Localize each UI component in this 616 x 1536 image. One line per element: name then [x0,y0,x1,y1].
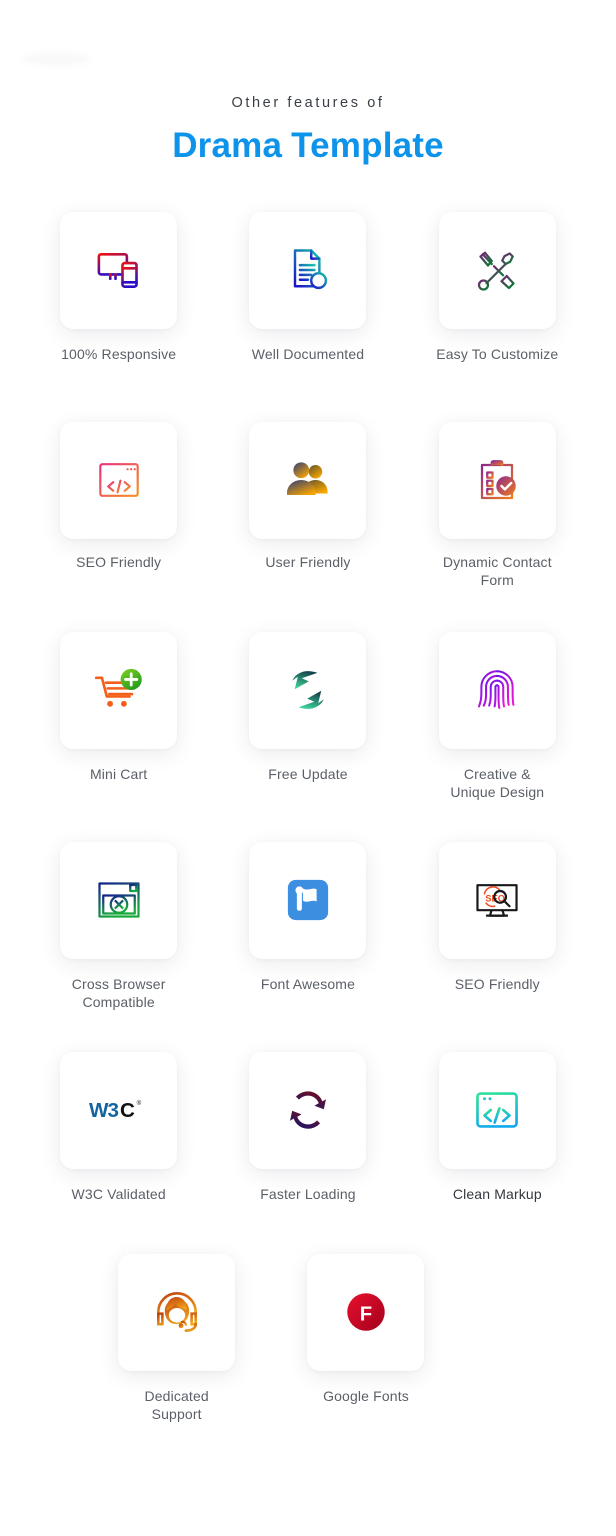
feature-card[interactable] [60,421,178,539]
refresh-arrows-icon [292,671,324,710]
svg-text:®: ® [136,1100,141,1107]
feature-card[interactable] [60,841,178,959]
feature-label: Google Fonts [323,1387,409,1404]
page-heading: Other features of Drama Template [0,95,616,168]
feature-item-well-documented[interactable]: Well Documented [213,211,402,422]
code-window-icon [98,463,139,498]
svg-text:W3: W3 [89,1099,118,1122]
headset-support-icon [156,1292,197,1333]
feature-card[interactable] [249,631,367,749]
feature-card[interactable]: F [307,1253,425,1371]
wrench-screwdriver-icon [478,251,515,291]
google-fonts-f-icon: F [347,1293,385,1331]
svg-text:F: F [360,1304,372,1326]
feature-card[interactable] [118,1253,236,1371]
feature-card[interactable]: W3 C ® [60,1051,178,1169]
feature-item-user-friendly[interactable]: User Friendly [213,421,402,632]
feature-item-creative-design[interactable]: Creative & Unique Design [403,631,592,842]
decorative-shadow [22,52,92,66]
font-awesome-flag-icon [287,880,329,921]
feature-card[interactable] [438,631,556,749]
feature-label: Faster Loading [260,1185,356,1202]
page-title: Drama Template [0,124,616,168]
feature-label: Dedicated Support [144,1387,209,1423]
feature-item-free-update[interactable]: Free Update [213,631,402,842]
monitor-seo-search-icon: SEO [476,884,518,917]
feature-card[interactable] [438,421,556,539]
feature-label: W3C Validated [71,1185,166,1202]
feature-item-cross-browser[interactable]: Cross Browser Compatible [24,841,213,1052]
feature-label: SEO Friendly [454,975,540,992]
feature-label: Free Update [268,765,348,782]
feature-card[interactable] [438,211,556,329]
feature-label: Easy To Customize [436,345,559,362]
feature-card[interactable] [438,1051,556,1169]
w3c-logo-icon: W3 C ® [89,1099,142,1122]
feature-label: Dynamic Contact Form [442,553,552,589]
feature-card[interactable] [249,1051,367,1169]
feature-label: Well Documented [251,345,365,362]
feature-item-w3c-validated[interactable]: W3 C ® W3C Validated [24,1051,213,1262]
feature-item-faster-loading[interactable]: Faster Loading [213,1051,402,1262]
feature-item-google-fonts[interactable]: F Google Fonts [271,1253,460,1454]
feature-label: 100% Responsive [61,345,177,362]
devices-responsive-icon [97,253,138,289]
cart-plus-icon [94,669,142,707]
feature-item-easy-customize[interactable]: Easy To Customize [403,211,592,422]
feature-label: SEO Friendly [76,553,162,570]
feature-label: Clean Markup [452,1185,542,1202]
feature-label: Cross Browser Compatible [71,975,166,1011]
feature-label: Font Awesome [260,975,356,992]
feature-label: Mini Cart [89,765,148,782]
feature-label: Creative & Unique Design [450,765,545,801]
feature-item-dedicated-support[interactable]: Dedicated Support [82,1253,271,1454]
feature-item-font-awesome[interactable]: Font Awesome [213,841,402,1052]
feature-card[interactable] [60,211,178,329]
users-icon [286,462,328,496]
feature-item-mini-cart[interactable]: Mini Cart [24,631,213,842]
heading-eyebrow: Other features of [231,95,385,111]
feature-item-seo-friendly-2[interactable]: SEO SEO Friendly [403,841,592,1052]
feature-card[interactable]: SEO [438,841,556,959]
feature-label: User Friendly [265,553,351,570]
feature-card[interactable] [249,211,367,329]
clipboard-check-icon [481,460,517,500]
feature-card[interactable] [60,631,178,749]
browser-close-icon [98,882,140,918]
sync-arrows-icon [290,1091,326,1129]
feature-item-seo-friendly-1[interactable]: SEO Friendly [24,421,213,632]
feature-card[interactable] [249,421,367,539]
features-page: Other features of Drama Template 100% Re… [0,0,616,1536]
document-info-icon [293,249,328,290]
feature-card[interactable] [249,841,367,959]
page-title-word-1: Drama [172,126,283,165]
feature-item-dynamic-contact[interactable]: Dynamic Contact Form [403,421,592,632]
features-grid: 100% Responsive Well Documented Easy To … [0,211,616,1262]
fingerprint-icon [478,670,515,710]
features-grid-last-row: Dedicated Support F Google Fonts [0,1253,616,1454]
feature-item-clean-markup[interactable]: Clean Markup [403,1051,592,1262]
feature-item-responsive[interactable]: 100% Responsive [24,211,213,422]
code-browser-icon [476,1092,519,1128]
page-title-word-2: Template [291,126,444,165]
svg-text:C: C [120,1099,135,1122]
